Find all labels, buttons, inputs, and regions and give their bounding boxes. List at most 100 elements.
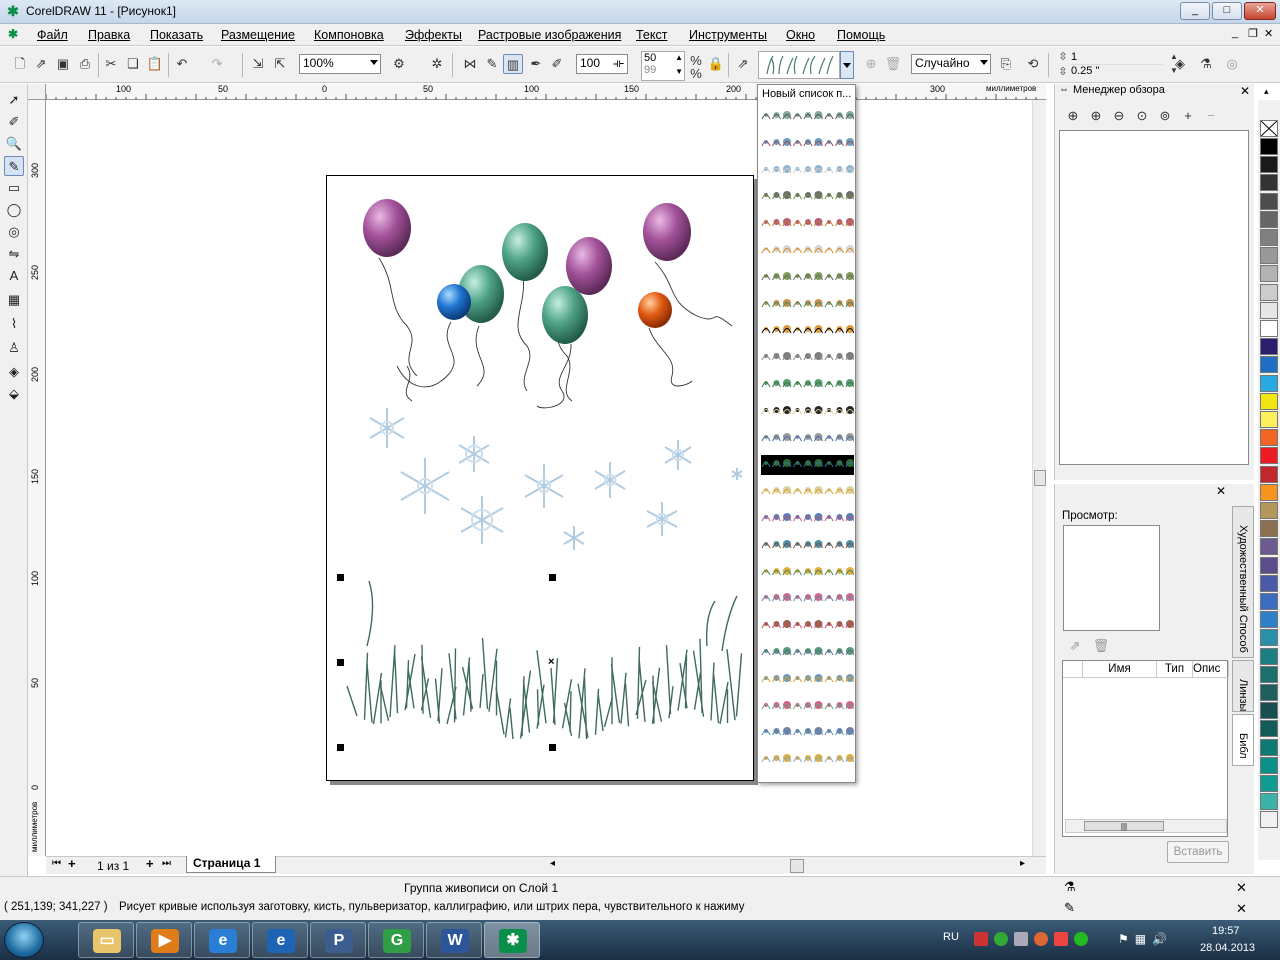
menu-arrange[interactable]: Компоновка xyxy=(314,28,384,42)
stroke-list-item[interactable] xyxy=(761,241,855,255)
save-artistic-icon[interactable]: ⇗ xyxy=(1065,636,1085,656)
tab-library[interactable]: Библ xyxy=(1232,714,1254,766)
view-list[interactable] xyxy=(1059,130,1249,465)
doc-restore-button[interactable]: ❐ xyxy=(1248,27,1258,40)
stroke-preview[interactable] xyxy=(758,51,840,79)
color-swatch[interactable] xyxy=(1260,465,1278,483)
color-swatch[interactable] xyxy=(1260,720,1278,738)
app-launcher-icon[interactable]: ⚙ xyxy=(389,54,409,74)
start-button[interactable] xyxy=(4,922,44,958)
pressure-mode-icon[interactable]: ✐ xyxy=(547,54,567,74)
menu-help[interactable]: Помощь xyxy=(837,28,885,42)
new-icon[interactable]: 🗋 xyxy=(10,54,30,74)
outline-tool-icon[interactable]: ♙ xyxy=(4,338,24,358)
color-swatch[interactable] xyxy=(1260,210,1278,228)
zoom-select[interactable]: 100% xyxy=(299,54,381,74)
add-page-after-icon[interactable]: + xyxy=(146,856,154,871)
taskbar-p[interactable]: P xyxy=(310,922,366,958)
color-swatch[interactable] xyxy=(1260,320,1278,337)
color-swatch[interactable] xyxy=(1260,138,1278,155)
taskbar-explorer[interactable]: ▭ xyxy=(78,922,134,958)
add-view-icon[interactable]: + xyxy=(1178,106,1198,126)
menu-text[interactable]: Текст xyxy=(636,28,667,42)
selection-center-icon[interactable]: × xyxy=(548,656,554,668)
tool-options-icon[interactable]: ⚗ xyxy=(1196,54,1216,74)
import-icon[interactable]: ⇲ xyxy=(248,54,268,74)
color-swatch[interactable] xyxy=(1260,392,1278,410)
color-swatch[interactable] xyxy=(1260,702,1278,720)
size-input[interactable]: 1 xyxy=(1071,51,1163,65)
color-swatch[interactable] xyxy=(1260,665,1278,683)
column-header-name[interactable]: Имя xyxy=(1083,661,1157,678)
tray-icon[interactable] xyxy=(1034,932,1048,946)
maximize-button[interactable]: □ xyxy=(1212,2,1242,20)
docker-close-icon[interactable]: ✕ xyxy=(1240,84,1250,98)
export-icon[interactable]: ⇱ xyxy=(270,54,290,74)
delete-artistic-icon[interactable]: 🗑 xyxy=(1091,636,1111,656)
object-properties-icon[interactable]: ◈ xyxy=(1170,54,1190,74)
menu-view[interactable]: Показать xyxy=(150,28,203,42)
color-swatch[interactable] xyxy=(1260,502,1278,519)
horizontal-scroll-thumb[interactable] xyxy=(790,859,804,873)
stroke-list-item[interactable] xyxy=(761,536,855,550)
minimize-button[interactable]: _ xyxy=(1180,2,1210,20)
stroke-list-item[interactable] xyxy=(761,589,855,603)
stroke-list-item[interactable] xyxy=(761,509,855,523)
interactive-fill-tool-icon[interactable]: ⬙ xyxy=(4,384,24,404)
artistic-media-tool-icon[interactable]: ✎ xyxy=(4,156,24,176)
doc-close-button[interactable]: ✕ xyxy=(1264,27,1273,40)
color-swatch[interactable] xyxy=(1260,538,1278,556)
horizontal-ruler[interactable]: 100 50 0 50 100 150 200 300 миллиметров xyxy=(46,84,1046,100)
doc-minimize-button[interactable]: _ xyxy=(1232,27,1238,39)
lock-icon[interactable]: 🔒 xyxy=(706,54,726,74)
save-icon[interactable]: ▣ xyxy=(53,54,73,74)
color-swatch[interactable] xyxy=(1260,647,1278,665)
color-swatch[interactable] xyxy=(1260,247,1278,265)
tray-icon[interactable] xyxy=(1014,932,1028,946)
color-swatch[interactable] xyxy=(1260,229,1278,246)
scroll-right-icon[interactable]: ▸ xyxy=(1020,858,1025,869)
color-swatch[interactable] xyxy=(1260,756,1278,774)
eyedropper-tool-icon[interactable]: ⌇ xyxy=(4,314,24,334)
close-button[interactable]: ✕ xyxy=(1244,2,1276,20)
zoom-tool-icon[interactable]: 🔍 xyxy=(4,134,24,154)
artistic-list[interactable]: Имя Тип Опис ||| xyxy=(1062,660,1229,837)
open-icon[interactable]: ⇗ xyxy=(31,54,51,74)
color-swatch[interactable] xyxy=(1260,301,1278,319)
color-swatch[interactable] xyxy=(1260,611,1278,629)
add-page-before-icon[interactable]: + xyxy=(68,856,76,871)
stroke-list-item[interactable] xyxy=(761,321,855,335)
spray-size-spinner[interactable]: 50 99 ▲ ▼ xyxy=(641,51,685,81)
random-order-select[interactable]: Случайно xyxy=(911,54,991,74)
fill-indicator-icon[interactable]: ⚗ xyxy=(1064,879,1076,895)
stroke-list-dropdown[interactable]: Новый список п... xyxy=(757,84,856,783)
interactive-blend-tool-icon[interactable]: ▦ xyxy=(4,290,24,310)
taskbar-coreldraw[interactable]: ✱ xyxy=(484,922,540,958)
network-icon[interactable]: ▦ xyxy=(1135,932,1146,948)
page[interactable]: × xyxy=(326,175,754,781)
column-header-desc[interactable]: Опис xyxy=(1193,661,1229,678)
tray-icon[interactable] xyxy=(994,932,1008,946)
taskbar-word[interactable]: W xyxy=(426,922,482,958)
percent-icon-2[interactable]: % xyxy=(686,64,706,84)
color-swatch[interactable] xyxy=(1260,374,1278,392)
rotation-icon[interactable]: ⟲ xyxy=(1023,54,1043,74)
taskbar-media[interactable]: ▶ xyxy=(136,922,192,958)
stroke-list-item[interactable] xyxy=(761,107,855,121)
menu-window[interactable]: Окно xyxy=(786,28,815,42)
print-icon[interactable]: ⎙ xyxy=(75,54,95,74)
cut-icon[interactable]: ✂ xyxy=(101,54,121,74)
color-swatch[interactable] xyxy=(1260,356,1278,374)
vertical-scroll-thumb[interactable] xyxy=(1034,470,1046,486)
first-page-icon[interactable]: ⏮ xyxy=(52,858,61,869)
calligraphy-mode-icon[interactable]: ✒ xyxy=(526,54,546,74)
spin-down-icon[interactable]: ▼ xyxy=(675,67,683,76)
zoom-page-icon[interactable]: ⊚ xyxy=(1155,106,1175,126)
stroke-list-dropdown-button[interactable] xyxy=(840,51,854,79)
color-swatch[interactable] xyxy=(1260,338,1278,356)
stroke-list-item[interactable] xyxy=(761,670,855,684)
spiral-tool-icon[interactable]: ◎ xyxy=(4,222,24,242)
selection-handle[interactable] xyxy=(337,744,344,751)
color-swatch[interactable] xyxy=(1260,520,1278,538)
stroke-list-item[interactable] xyxy=(761,402,855,416)
